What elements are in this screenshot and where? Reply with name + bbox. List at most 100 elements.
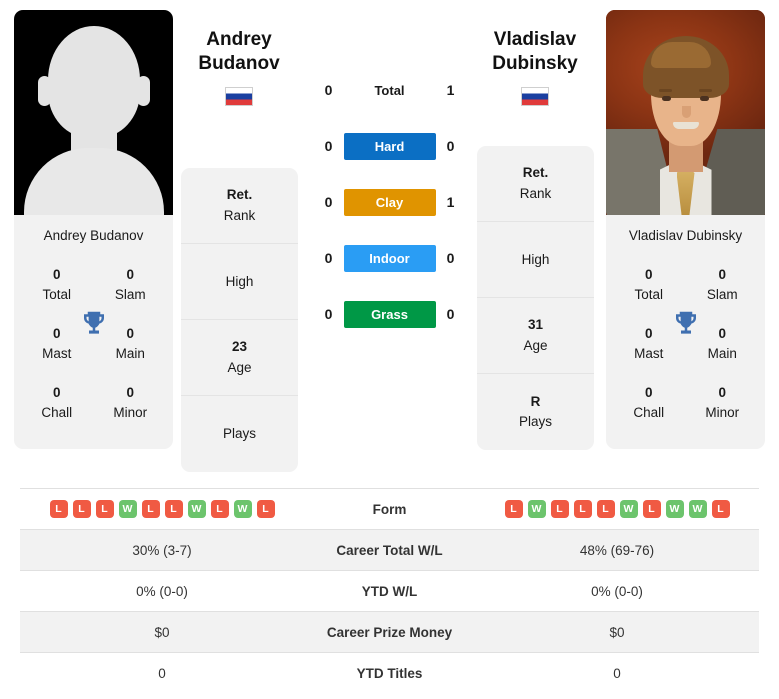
title-value: 0 [126,267,134,282]
h2h-right-score: 1 [446,82,455,98]
form-cell-left: LLLWLLWLWL [20,489,304,530]
attribute-row: Ret. Rank [477,146,594,222]
photo-nose [681,106,691,118]
form-badge-l[interactable]: L [72,500,91,518]
h2h-left-score: 0 [324,194,333,210]
attribute-value: R [530,393,541,409]
table-row-form: LLLWLLWLWL Form LWLLLWLWWL [20,488,759,530]
form-badge-w[interactable]: W [527,500,546,518]
title-label: Slam [706,286,738,302]
form-badge-l[interactable]: L [141,500,160,518]
flag-icon-right [521,86,549,106]
player-card-right[interactable]: Vladislav Dubinsky 0 Total 0 Slam 0 Mast… [606,10,765,450]
table-row: 30% (3-7) Career Total W/L 48% (69-76) [20,529,759,571]
h2h-row-grass: 0 Grass 0 [305,286,474,342]
attribute-label: Plays [222,426,256,442]
player-first-name-left: Andrey [206,29,272,50]
title-cell: 0 Total [20,256,94,315]
form-badge-l[interactable]: L [49,500,68,518]
attribute-row: 23 Age [181,320,298,396]
attribute-row: High [181,244,298,320]
title-label: Chall [633,404,665,420]
table-row: 0% (0-0) YTD W/L 0% (0-0) [20,570,759,612]
title-cell: 0 Minor [686,374,760,433]
form-badge-l[interactable]: L [95,500,114,518]
player-card-left[interactable]: Andrey Budanov 0 Total 0 Slam 0 Mast 0 M… [14,10,173,450]
silhouette-ears-shape [37,76,150,106]
head-to-head-surfaces: 0 Total 1 0 Hard 0 0 Clay 1 0 Indoor 0 0… [305,62,474,342]
h2h-left-score: 0 [324,306,333,322]
h2h-surface-label[interactable]: Grass [343,300,436,328]
attribute-label: Age [523,337,548,353]
form-badge-l[interactable]: L [504,500,523,518]
attributes-card-right: Ret. Rank High 31 Age R Plays [477,146,594,450]
form-badge-l[interactable]: L [164,500,183,518]
h2h-left-score: 0 [324,250,333,266]
stat-value-right: 0 [613,665,621,681]
form-badge-l[interactable]: L [642,500,661,518]
form-badge-w[interactable]: W [187,500,206,518]
photo-mouth [672,122,699,129]
silhouette-body-shape [23,148,164,215]
player-name-left: Andrey Budanov [43,228,144,243]
form-badge-l[interactable]: L [596,500,615,518]
attribute-label: Rank [519,185,552,201]
form-badge-w[interactable]: W [233,500,252,518]
attribute-value: 23 [231,339,248,355]
attribute-label: High [225,273,254,289]
stat-value-left: $0 [154,624,170,640]
attribute-row: Ret. Rank [181,168,298,244]
player-stats-table: LLLWLLWLWL Form LWLLLWLWWL 30% (3-7) Car… [20,488,759,694]
title-value: 0 [126,385,134,401]
player-last-name-right: Dubinsky [492,53,578,75]
title-value: 0 [644,267,653,282]
player-photo-left [14,10,173,215]
title-value: 0 [718,267,726,282]
form-badge-l[interactable]: L [210,500,229,518]
stat-value-left: 30% (3-7) [132,542,192,558]
h2h-row-total: 0 Total 1 [305,62,474,118]
attribute-row: 31 Age [477,298,594,374]
table-row: $0 Career Prize Money $0 [20,611,759,653]
h2h-surface-label[interactable]: Hard [343,132,436,160]
title-value: 0 [52,267,61,282]
form-badge-l[interactable]: L [573,500,592,518]
title-label: Minor [705,404,740,420]
h2h-right-score: 1 [446,194,455,210]
player-comparison-header: Andrey Budanov 0 Total 0 Slam 0 Mast 0 M… [0,0,779,478]
form-strip-right: LWLLLWLWWL [475,500,759,518]
h2h-surface-label[interactable]: Clay [343,188,436,216]
player-first-name-right: Vladislav [493,29,577,50]
attribute-row: High [477,222,594,298]
form-badge-w[interactable]: W [688,500,707,518]
title-cell: 0 Slam [686,256,760,315]
h2h-surface-label[interactable]: Indoor [343,244,436,272]
stat-value-left: 0% (0-0) [136,583,188,599]
title-value: 0 [718,385,726,401]
titles-grid-left: 0 Total 0 Slam 0 Mast 0 Main 0 Chall 0 M… [14,256,173,449]
form-badge-l[interactable]: L [256,500,275,518]
title-cell: 0 Minor [94,374,168,433]
h2h-right-score: 0 [446,138,455,154]
title-label: Total [42,286,72,302]
attribute-value: 31 [527,317,544,333]
attribute-row: Plays [181,396,298,472]
trophy-icon [83,311,104,334]
row-label: YTD W/L [361,583,418,599]
photo-eye-right [699,96,709,101]
h2h-left-score: 0 [324,82,333,98]
h2h-right-score: 0 [446,306,455,322]
h2h-row-indoor: 0 Indoor 0 [305,230,474,286]
h2h-row-clay: 0 Clay 1 [305,174,474,230]
stat-value-right: 48% (69-76) [579,542,655,558]
form-badge-l[interactable]: L [550,500,569,518]
attribute-value: Ret. [522,165,549,181]
form-badge-w[interactable]: W [118,500,137,518]
title-label: Minor [113,404,148,420]
h2h-surface-label: Total [374,82,405,98]
form-badge-w[interactable]: W [665,500,684,518]
form-badge-w[interactable]: W [619,500,638,518]
stat-value-right: $0 [609,624,625,640]
form-badge-l[interactable]: L [711,500,730,518]
attributes-card-left: Ret. Rank High 23 Age Plays [181,168,298,472]
